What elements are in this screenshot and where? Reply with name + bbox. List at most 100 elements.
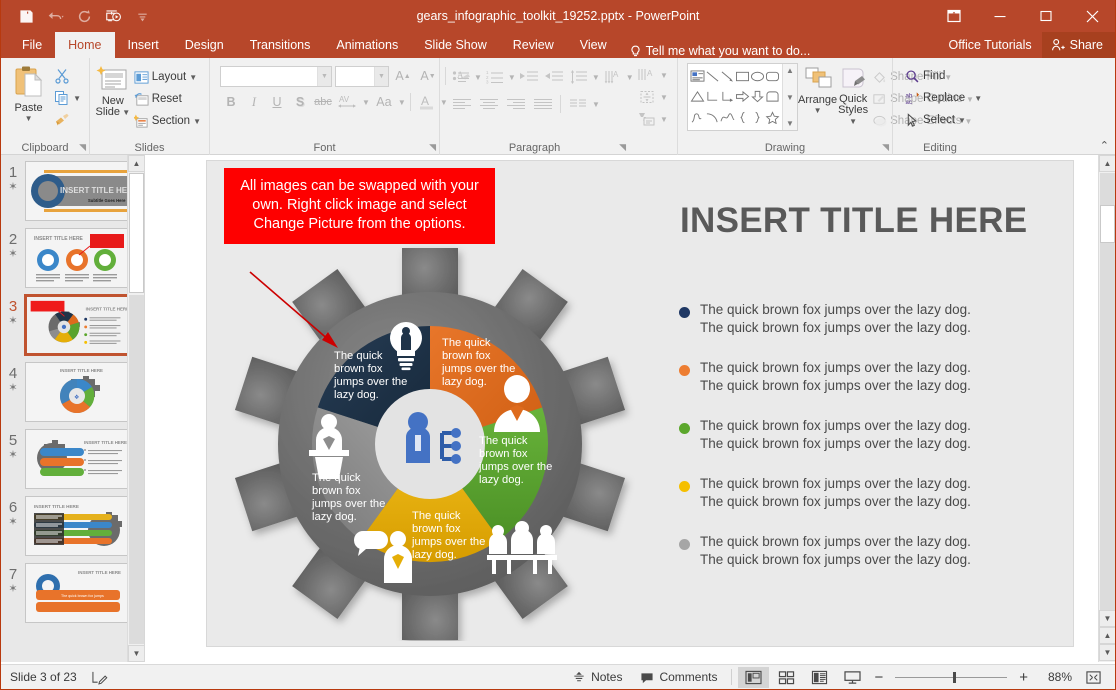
shape-right-arrow-icon[interactable] bbox=[735, 87, 750, 108]
section-chevron-down-icon[interactable]: ▼ bbox=[193, 117, 201, 126]
office-tutorials-link[interactable]: Office Tutorials bbox=[939, 38, 1042, 52]
list-item[interactable]: 3 ✶ bbox=[1, 295, 144, 355]
zoom-level-label[interactable]: 88% bbox=[1034, 670, 1072, 684]
shapes-gallery[interactable]: ▲ ▼ ▼ bbox=[687, 63, 798, 131]
underline-icon[interactable]: U bbox=[266, 91, 288, 113]
find-button[interactable]: Find bbox=[902, 65, 948, 87]
slide-bullet-list[interactable]: The quick brown fox jumps over the lazy … bbox=[679, 301, 1049, 591]
list-item[interactable]: 5 ✶ INSERT TITLE HERE bbox=[1, 429, 144, 489]
section-button[interactable]: Section ▼ bbox=[131, 110, 204, 132]
replace-chevron-down-icon[interactable]: ▼ bbox=[974, 94, 982, 103]
new-slide-chevron-down-icon[interactable]: ▼ bbox=[120, 108, 130, 117]
minimize-icon[interactable] bbox=[977, 0, 1023, 32]
notes-button[interactable]: Notes bbox=[564, 666, 630, 688]
layout-button[interactable]: Layout ▼ bbox=[131, 66, 204, 88]
slide-canvas[interactable]: The quick brown fox jumps over the lazy … bbox=[206, 160, 1074, 647]
panel-splitter[interactable] bbox=[144, 155, 145, 662]
numbering-chevron-down-icon[interactable]: ▼ bbox=[508, 73, 516, 82]
text-direction-icon[interactable]: A bbox=[601, 66, 625, 88]
list-item[interactable]: 1 ✶ INSERT TITLE HERE Subtitle Goes bbox=[1, 161, 144, 221]
slide-scroll-thumb[interactable] bbox=[1100, 205, 1115, 243]
copy-button[interactable]: ▼ bbox=[51, 87, 84, 109]
list-item[interactable]: The quick brown fox jumps over the lazy … bbox=[679, 359, 1049, 394]
justify-icon[interactable] bbox=[530, 93, 556, 115]
shape-curve-icon[interactable] bbox=[720, 107, 735, 128]
gear-infographic[interactable]: The quick brown fox jumps over the lazy … bbox=[212, 236, 652, 641]
slide-sorter-view-button[interactable] bbox=[771, 667, 802, 688]
list-item[interactable]: The quick brown fox jumps over the lazy … bbox=[679, 533, 1049, 568]
ribbon-display-options-icon[interactable] bbox=[931, 0, 977, 32]
select-chevron-down-icon[interactable]: ▼ bbox=[958, 116, 966, 125]
text-direction-vertical-chevron-down-icon[interactable]: ▼ bbox=[660, 71, 668, 80]
next-slide-icon[interactable]: ▼ bbox=[1099, 644, 1116, 661]
restore-icon[interactable] bbox=[1023, 0, 1069, 32]
shape-textbox-icon[interactable] bbox=[690, 66, 705, 87]
reset-button[interactable]: Reset bbox=[131, 88, 204, 110]
shape-triangle-icon[interactable] bbox=[690, 87, 705, 108]
text-direction-vertical-icon[interactable]: A bbox=[634, 64, 660, 86]
zoom-slider[interactable] bbox=[895, 677, 1007, 678]
select-button[interactable]: Select ▼ bbox=[902, 109, 969, 131]
list-item[interactable]: The quick brown fox jumps over the lazy … bbox=[679, 475, 1049, 510]
text-shadow-icon[interactable]: S bbox=[289, 91, 311, 113]
arrange-chevron-down-icon[interactable]: ▼ bbox=[814, 106, 822, 115]
shape-rectangle-icon[interactable] bbox=[735, 66, 750, 87]
spell-check-icon[interactable] bbox=[91, 670, 108, 685]
shape-elbow-connector-icon[interactable] bbox=[705, 87, 720, 108]
slide-title[interactable]: INSERT TITLE HERE bbox=[680, 201, 1027, 241]
slide-thumbnail-4[interactable]: INSERT TITLE HERE ❖ bbox=[25, 362, 129, 422]
tab-review[interactable]: Review bbox=[500, 32, 567, 58]
slide-panel-scroll-track[interactable] bbox=[129, 295, 144, 644]
font-dialog-launcher-icon[interactable]: ◥ bbox=[429, 142, 436, 153]
paste-chevron-down-icon[interactable]: ▼ bbox=[25, 114, 33, 123]
slide-panel-scroll-thumb[interactable] bbox=[129, 173, 144, 293]
shape-left-brace-icon[interactable] bbox=[735, 107, 750, 128]
slide-scrollbar[interactable]: ▲ ▼ ▲ ▼ bbox=[1098, 155, 1115, 662]
character-spacing-chevron-down-icon[interactable]: ▼ bbox=[362, 98, 370, 107]
tab-insert[interactable]: Insert bbox=[115, 32, 172, 58]
slide-panel-scroll-up-icon[interactable]: ▲ bbox=[128, 155, 144, 172]
shape-arc-icon[interactable] bbox=[705, 107, 720, 128]
clipboard-dialog-launcher-icon[interactable]: ◥ bbox=[79, 142, 86, 153]
format-painter-button[interactable] bbox=[51, 109, 84, 131]
shape-line-icon[interactable] bbox=[705, 66, 720, 87]
bullets-chevron-down-icon[interactable]: ▼ bbox=[474, 73, 482, 82]
slide-thumbnail-7[interactable]: INSERT TITLE HERE The quick brown fox ju… bbox=[25, 563, 129, 623]
tab-home[interactable]: Home bbox=[55, 32, 114, 58]
align-text-chevron-down-icon[interactable]: ▼ bbox=[660, 93, 668, 102]
shapes-scroll-up-icon[interactable]: ▲ bbox=[786, 66, 794, 75]
arrange-button[interactable]: Arrange ▼ bbox=[798, 63, 837, 115]
slide-thumbnail-5[interactable]: INSERT TITLE HERE bbox=[25, 429, 129, 489]
zoom-slider-handle[interactable] bbox=[953, 672, 956, 683]
slide-thumbnail-6[interactable]: INSERT TITLE HERE bbox=[25, 496, 129, 556]
line-spacing-icon[interactable] bbox=[567, 66, 591, 88]
shape-scribble-icon[interactable] bbox=[690, 107, 705, 128]
font-name-input[interactable]: ▼ bbox=[220, 66, 332, 87]
decrease-font-size-icon[interactable]: A▼ bbox=[417, 65, 439, 87]
list-item[interactable]: The quick brown fox jumps over the lazy … bbox=[679, 301, 1049, 336]
slide-scroll-down-icon[interactable]: ▼ bbox=[1099, 610, 1116, 627]
collapse-ribbon-icon[interactable]: ⌃ bbox=[1100, 139, 1109, 152]
slide-thumbnail-3[interactable]: INSERT TITLE HERE bbox=[25, 295, 129, 355]
comments-button[interactable]: Comments bbox=[632, 666, 725, 688]
tab-animations[interactable]: Animations bbox=[323, 32, 411, 58]
close-icon[interactable] bbox=[1069, 0, 1115, 32]
shape-arrow-icon[interactable] bbox=[720, 66, 735, 87]
shape-rounded-rectangle-icon[interactable] bbox=[765, 66, 780, 87]
slide-show-button[interactable] bbox=[837, 667, 868, 688]
center-icon[interactable] bbox=[476, 93, 502, 115]
increase-list-level-icon[interactable] bbox=[542, 66, 566, 88]
shape-oval-icon[interactable] bbox=[750, 66, 765, 87]
list-item[interactable]: 6 ✶ INSERT TITLE HERE bbox=[1, 496, 144, 556]
copy-chevron-down-icon[interactable]: ▼ bbox=[73, 94, 81, 103]
slide-panel-scroll-down-icon[interactable]: ▼ bbox=[128, 645, 144, 662]
align-text-icon[interactable] bbox=[634, 86, 660, 108]
share-button[interactable]: Share bbox=[1042, 32, 1115, 58]
fit-slide-button[interactable] bbox=[1078, 667, 1109, 688]
slide-scroll-up-icon[interactable]: ▲ bbox=[1099, 155, 1116, 172]
convert-to-smartart-icon[interactable] bbox=[634, 108, 660, 130]
tab-view[interactable]: View bbox=[567, 32, 620, 58]
paste-button[interactable]: Paste ▼ bbox=[6, 63, 51, 123]
reading-view-button[interactable] bbox=[804, 667, 835, 688]
character-spacing-icon[interactable]: AV bbox=[335, 91, 361, 113]
